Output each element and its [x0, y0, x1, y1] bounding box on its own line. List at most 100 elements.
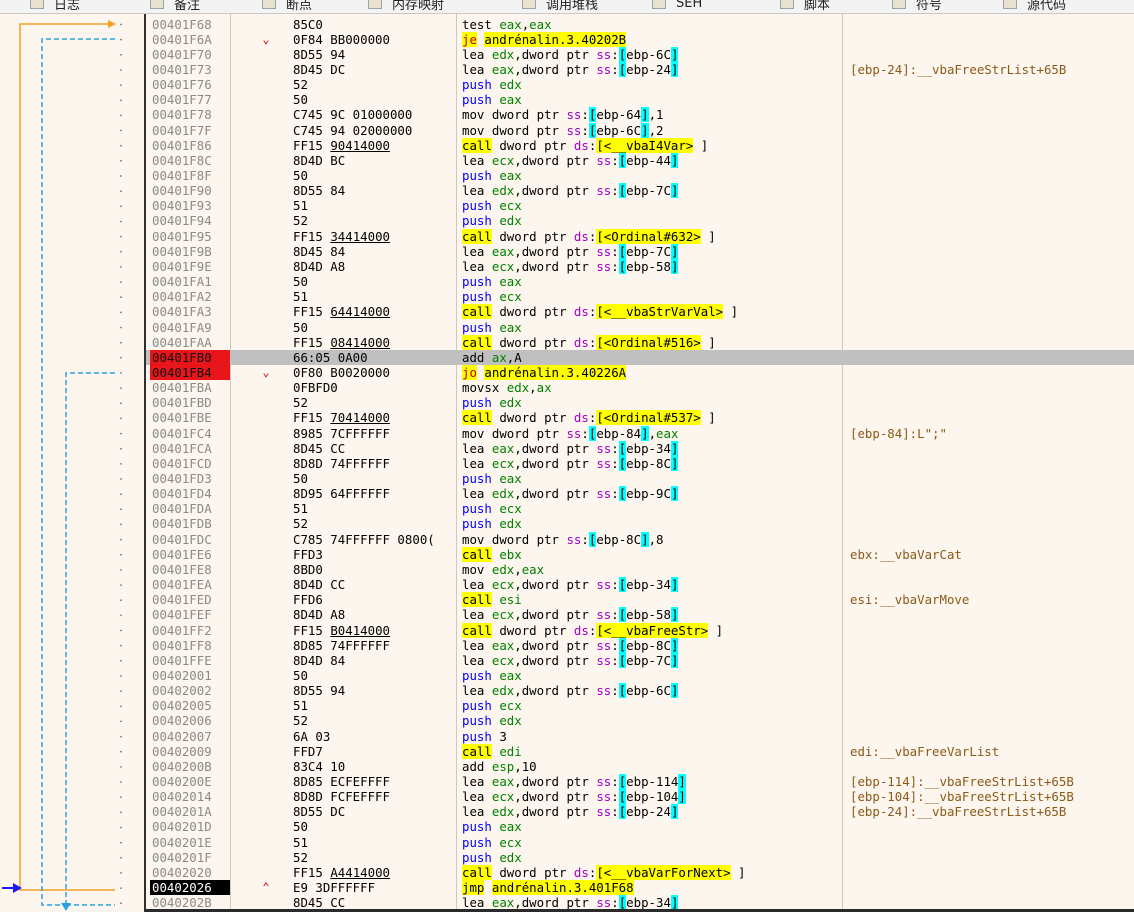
breakpoint-address[interactable]: 00401FB0 — [150, 349, 230, 365]
instruction-row[interactable]: 00401F7F C745 94 02000000 mov dword ptr ss… — [146, 122, 1134, 138]
instruction-row[interactable]: 00401FFE 8D4D 84 lea ecx,dword ptr ss:[ebp… — [146, 652, 1134, 668]
address[interactable]: 00401FDB — [150, 516, 230, 531]
instruction-row[interactable]: 00401F95 FF15 34414000 call dword ptr ds:[… — [146, 228, 1134, 244]
instruction-row[interactable]: 00401FB0 66:05 0A00 add ax,A — [146, 349, 1134, 365]
instruction-row[interactable]: 00401FEA 8D4D CC lea ecx,dword ptr ss:[ebp… — [146, 577, 1134, 593]
address[interactable]: 00402001 — [150, 668, 230, 683]
instruction-row[interactable]: 00401F90 8D55 84 lea edx,dword ptr ss:[ebp… — [146, 183, 1134, 199]
address[interactable]: 00402005 — [150, 698, 230, 713]
address[interactable]: 0040201D — [150, 819, 230, 834]
instruction-row[interactable]: 00402002 8D55 94 lea edx,dword ptr ss:[ebp… — [146, 683, 1134, 699]
jump-target[interactable]: andrénalin.3.40226A — [484, 364, 627, 380]
jump-target[interactable]: andrénalin.3.40202B — [484, 31, 627, 47]
address[interactable]: 00401F6A — [150, 32, 230, 47]
address[interactable]: 00401F70 — [150, 47, 230, 62]
address[interactable]: 00401FBE — [150, 410, 230, 425]
address[interactable]: 00401F77 — [150, 92, 230, 107]
instruction-row[interactable]: 00401F77 50 push eax — [146, 92, 1134, 107]
instruction-row[interactable]: 00401FA2 51 push ecx — [146, 289, 1134, 304]
instruction-row[interactable]: 00401FA3 FF15 64414000 call dword ptr ds:[… — [146, 304, 1134, 320]
breakpoint-address[interactable]: 00401FB4 — [150, 364, 230, 381]
address[interactable]: 00401FC4 — [150, 426, 230, 441]
address[interactable]: 00401FBD — [150, 395, 230, 410]
address[interactable]: 00401FA1 — [150, 274, 230, 289]
instruction-row[interactable]: 00402014 8D8D FCFEFFFF lea ecx,dword ptr s… — [146, 789, 1134, 805]
instruction-row[interactable]: 00401F8C 8D4D BC lea ecx,dword ptr ss:[ebp… — [146, 152, 1134, 168]
address[interactable]: 00401F8C — [150, 153, 230, 168]
instruction-row[interactable]: 00401F93 51 push ecx — [146, 198, 1134, 213]
instruction-row[interactable]: 00401FE6 FFD3 call ebx ebx:__vbaVarCat — [146, 546, 1134, 562]
instruction-row[interactable]: 00401F78 C745 9C 01000000 mov dword ptr ss… — [146, 107, 1134, 123]
address[interactable]: 00401FF2 — [150, 623, 230, 638]
address[interactable]: 00402014 — [150, 789, 230, 804]
address[interactable]: 00401F95 — [150, 229, 230, 244]
instruction-row[interactable]: 00401F86 FF15 90414000 call dword ptr ds:[… — [146, 137, 1134, 153]
instruction-row[interactable]: 00401F76 52 push edx — [146, 77, 1134, 92]
instruction-row[interactable]: 00401F68 85C0 test eax,eax — [146, 17, 1134, 32]
address[interactable]: 00401FF8 — [150, 638, 230, 653]
address[interactable]: 00402007 — [150, 729, 230, 744]
instruction-row[interactable]: 00402005 51 push ecx — [146, 698, 1134, 713]
instruction-row[interactable]: 00401FDC C785 74FFFFFF 0800(mov dword ptr… — [146, 531, 1134, 547]
address[interactable]: 0040201A — [150, 804, 230, 819]
address[interactable]: 00402020 — [150, 865, 230, 880]
instruction-row[interactable]: 00401F70 8D55 94 lea edx,dword ptr ss:[ebp… — [146, 46, 1134, 62]
api-reference[interactable]: [<__vbaVarForNext> — [596, 864, 731, 880]
instruction-row[interactable]: 0040200B 83C4 10 add esp,10 — [146, 759, 1134, 774]
toolbar-script-button[interactable]: 脚本 — [780, 0, 830, 13]
instruction-row[interactable]: 00401F73 8D45 DC lea eax,dword ptr ss:[ebp… — [146, 61, 1134, 77]
address[interactable]: 00401F73 — [150, 62, 230, 77]
instruction-row[interactable]: 00402026 ⌃ E9 3DFFFFFF jmp andrénalin.3.401… — [146, 880, 1134, 896]
address[interactable]: 00401F7F — [150, 123, 230, 138]
instruction-row[interactable]: 00401FF2 FF15 B0414000 call dword ptr ds:[… — [146, 622, 1134, 638]
instruction-row[interactable]: 00401F94 52 push edx — [146, 213, 1134, 228]
toolbar-call-stack-button[interactable]: 调用堆栈 — [522, 0, 598, 13]
toolbar-memory-map-button[interactable]: 内存映射 — [368, 0, 444, 13]
eip-address[interactable]: 00402026 — [150, 880, 230, 896]
toolbar-source-button[interactable]: 源代码 — [1003, 0, 1066, 13]
address[interactable]: 00401F93 — [150, 198, 230, 213]
instruction-row[interactable]: 00401FCD 8D8D 74FFFFFF lea ecx,dword ptr s… — [146, 455, 1134, 471]
instruction-row[interactable]: 00401FEF 8D4D A8 lea ecx,dword ptr ss:[ebp… — [146, 607, 1134, 623]
instruction-row[interactable]: 00401FCA 8D45 CC lea eax,dword ptr ss:[ebp… — [146, 440, 1134, 456]
address[interactable]: 00401FAA — [150, 335, 230, 350]
address[interactable]: 00401FA2 — [150, 289, 230, 304]
instruction-row[interactable]: 00401FE8 8BD0 mov edx,eax — [146, 562, 1134, 577]
address[interactable]: 00402006 — [150, 713, 230, 728]
instruction-row[interactable]: 00401FA1 50 push eax — [146, 274, 1134, 289]
address[interactable]: 00401FCA — [150, 441, 230, 456]
address[interactable]: 00401FEA — [150, 577, 230, 592]
address[interactable]: 00401FA9 — [150, 320, 230, 335]
address[interactable]: 0040200B — [150, 759, 230, 774]
address[interactable]: 00401F94 — [150, 213, 230, 228]
instruction-row[interactable]: 00402020 FF15 A4414000 call dword ptr ds:[… — [146, 864, 1134, 880]
instruction-row[interactable]: 0040201E 51 push ecx — [146, 835, 1134, 850]
toolbar-seh-button[interactable]: SEH — [652, 0, 702, 12]
api-reference[interactable]: [<Ordinal#632> — [596, 228, 701, 244]
address[interactable]: 00401FE8 — [150, 562, 230, 577]
instruction-row[interactable]: 00401FBD 52 push edx — [146, 395, 1134, 410]
toolbar-breakpoint-button[interactable]: 断点 — [262, 0, 312, 13]
disassembly-listing[interactable]: 00401F68 85C0 test eax,eax 00401F6A ⌄ 0F84 BB… — [146, 14, 1134, 912]
address[interactable]: 00401FE6 — [150, 547, 230, 562]
address[interactable]: 0040201F — [150, 850, 230, 865]
instruction-row[interactable]: 00401FBE FF15 70414000 call dword ptr ds:[… — [146, 410, 1134, 426]
instruction-row[interactable]: 00401FD4 8D95 64FFFFFF lea edx,dword ptr s… — [146, 486, 1134, 502]
address[interactable]: 00401F68 — [150, 17, 230, 32]
instruction-row[interactable]: 00401F9E 8D4D A8 lea ecx,dword ptr ss:[ebp… — [146, 258, 1134, 274]
instruction-row[interactable]: 0040201F 52 push edx — [146, 850, 1134, 865]
instruction-row[interactable]: 00401FBA 0FBFD0 movsx edx,ax — [146, 380, 1134, 395]
address[interactable]: 00402002 — [150, 683, 230, 698]
instruction-row[interactable]: 00401FED FFD6 call esi esi:__vbaVarMove — [146, 592, 1134, 608]
api-reference[interactable]: [<Ordinal#537> — [596, 410, 701, 426]
address[interactable]: 00401FFE — [150, 653, 230, 668]
address[interactable]: 00401FEF — [150, 607, 230, 622]
api-reference[interactable]: [<__vbaStrVarVal> — [596, 304, 724, 320]
instruction-row[interactable]: 0040200E 8D85 ECFEFFFF lea eax,dword ptr s… — [146, 774, 1134, 789]
instruction-row[interactable]: 00401FAA FF15 08414000 call dword ptr ds:[… — [146, 334, 1134, 350]
instruction-row[interactable]: 0040201D 50 push eax — [146, 819, 1134, 834]
instruction-row[interactable]: 00401FF8 8D85 74FFFFFF lea eax,dword ptr s… — [146, 637, 1134, 653]
address[interactable]: 00401FDC — [150, 532, 230, 547]
toolbar-log-button[interactable]: 日志 — [30, 0, 80, 13]
address[interactable]: 00401FA3 — [150, 304, 230, 319]
